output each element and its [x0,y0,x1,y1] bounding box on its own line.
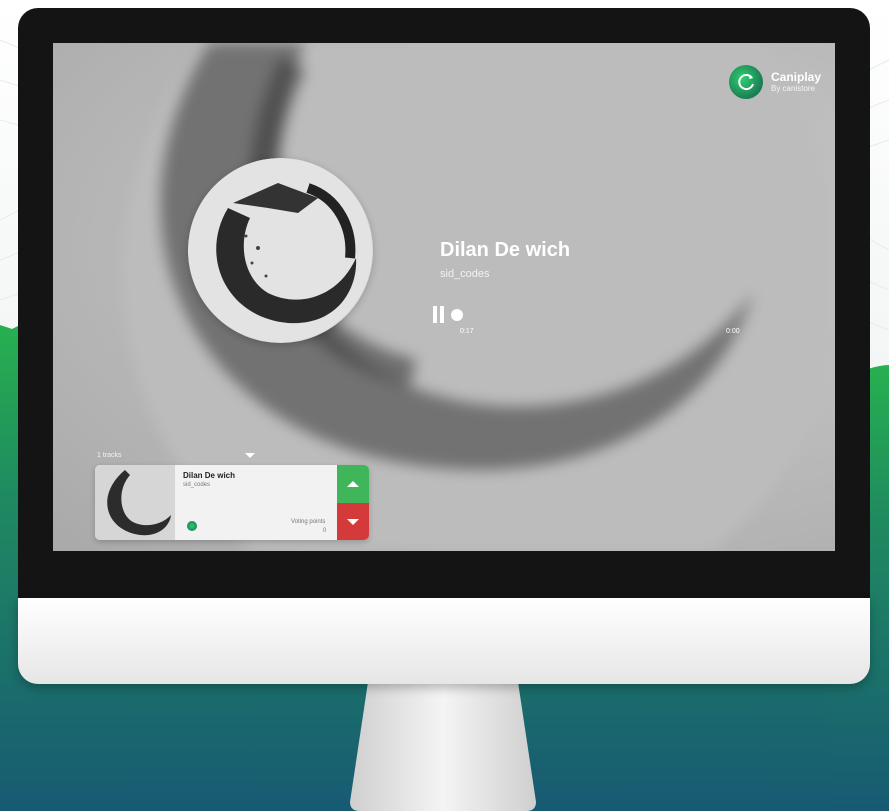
end-time: 0:00 [726,328,740,335]
pause-button[interactable] [433,306,444,323]
caniplay-logo-icon [187,521,197,531]
arrow-up-icon [347,481,359,487]
track-artist: sid_codes [440,268,490,280]
queue-track-card[interactable]: Dilan De wich sid_codes Voting points 0 [95,465,369,540]
playback-controls [433,306,463,323]
arrow-down-icon [347,518,359,525]
track-thumbnail [95,465,175,540]
monitor-stand [350,682,536,811]
brand-header: Caniplay By canistore [728,65,821,99]
queue-track-title: Dilan De wich [183,471,236,480]
tracks-count: 1 tracks [97,452,122,459]
current-time: 0:17 [460,328,474,335]
album-cover [188,158,373,343]
imac-monitor: Caniplay By canistore Dilan De wich sid_… [18,8,870,684]
pause-icon [433,306,437,323]
progress-handle[interactable] [451,308,463,321]
chevron-down-icon[interactable] [245,453,255,458]
track-title: Dilan De wich [440,239,571,261]
voting-points-label: Voting points [291,519,326,525]
album-art-image [188,158,372,342]
monitor-bezel: Caniplay By canistore Dilan De wich sid_… [18,8,870,598]
app-screen: Caniplay By canistore Dilan De wich sid_… [53,43,835,551]
downvote-button[interactable] [337,503,369,540]
refresh-circle-icon [728,65,763,99]
brand-subtitle: By canistore [770,84,816,93]
queue-track-artist: sid_codes [183,482,211,488]
upvote-button[interactable] [337,465,369,503]
monitor-chin [18,598,870,684]
brand-name: Caniplay [770,70,821,84]
pause-icon [440,306,444,323]
voting-points-value: 0 [323,528,327,534]
